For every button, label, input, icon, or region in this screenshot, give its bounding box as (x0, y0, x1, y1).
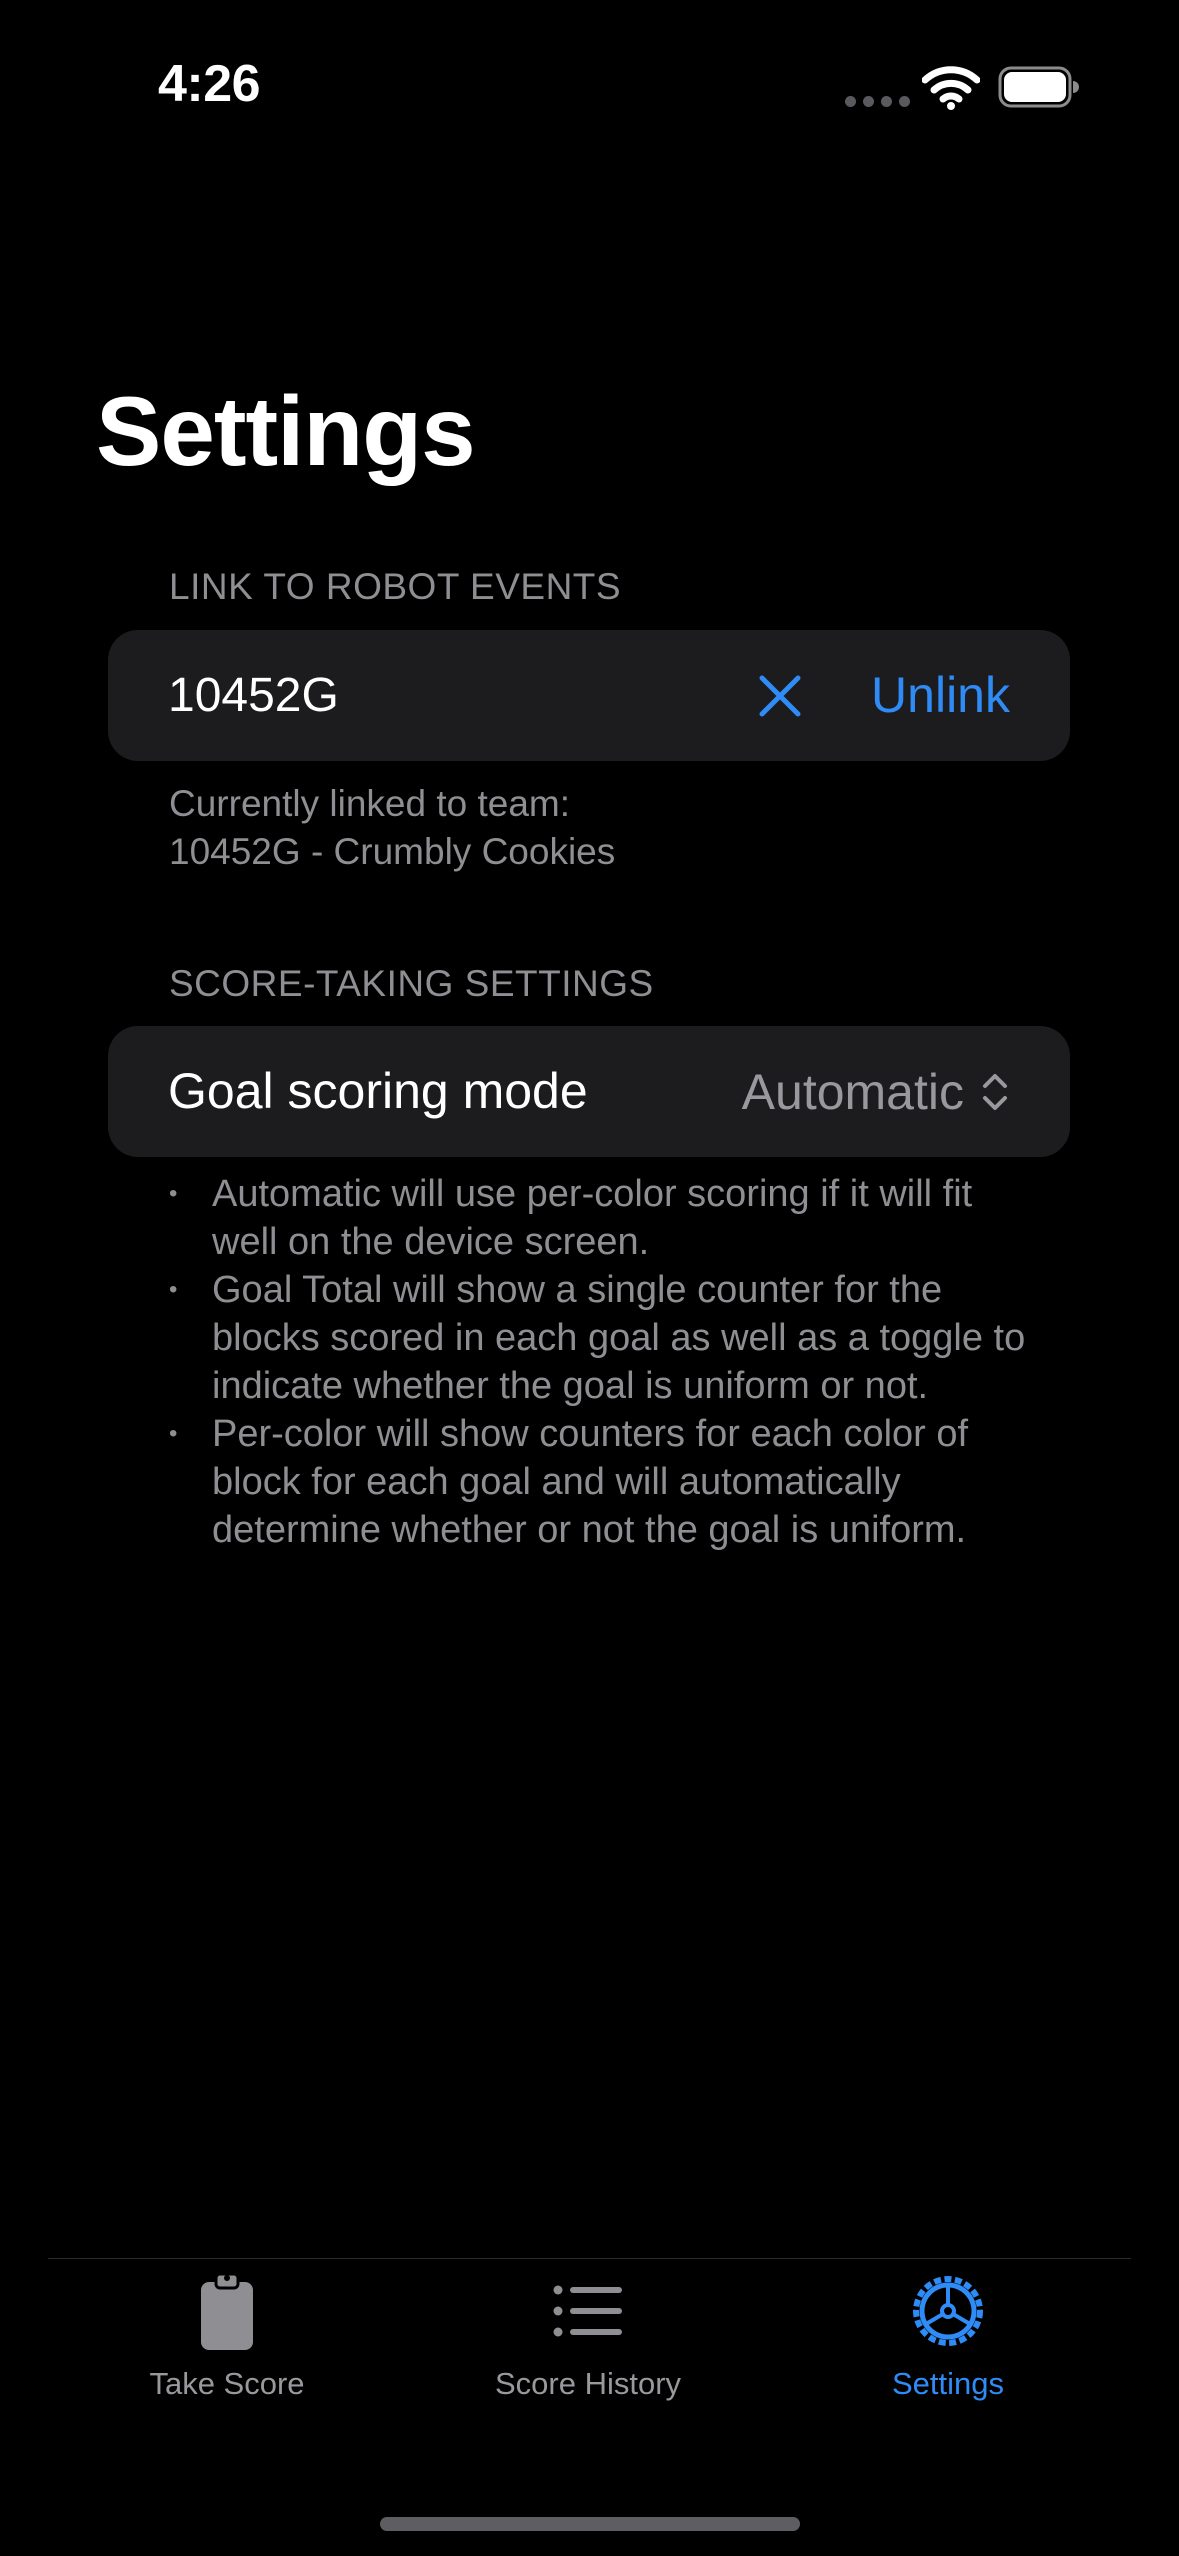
tab-score-history[interactable]: Score History (438, 2268, 738, 2408)
cellular-signal-icon (845, 96, 910, 107)
tab-bar-divider (48, 2258, 1131, 2259)
tab-take-score[interactable]: Take Score (77, 2268, 377, 2408)
status-time: 4:26 (158, 55, 261, 113)
wifi-icon (922, 66, 980, 110)
scoring-mode-notes: Automatic will use per-color scoring if … (169, 1170, 1029, 1554)
list-item: Per-color will show counters for each co… (169, 1410, 1029, 1554)
list-icon (553, 2285, 622, 2337)
list-item: Automatic will use per-color scoring if … (169, 1170, 1029, 1266)
goal-scoring-mode-row[interactable]: Goal scoring mode Automatic (108, 1026, 1070, 1157)
tab-settings[interactable]: Settings (798, 2268, 1098, 2408)
score-section-header: SCORE-TAKING SETTINGS (169, 963, 654, 1004)
chevron-up-down-icon (983, 1073, 1007, 1110)
page-title: Settings (96, 376, 476, 486)
link-section-header: LINK TO ROBOT EVENTS (169, 566, 622, 607)
unlink-button[interactable]: Unlink (871, 630, 1010, 761)
goal-scoring-mode-label: Goal scoring mode (168, 1063, 588, 1119)
linked-team-caption: Currently linked to team: (169, 783, 571, 824)
linked-team-name: 10452G - Crumbly Cookies (169, 831, 616, 872)
linked-team-footer: Currently linked to team: 10452G - Crumb… (169, 780, 615, 876)
goal-scoring-mode-picker[interactable]: Automatic (742, 1026, 1010, 1157)
list-item: Goal Total will show a single counter fo… (169, 1266, 1029, 1410)
team-number-input[interactable] (168, 630, 668, 761)
clear-icon[interactable] (756, 672, 804, 720)
tab-label: Settings (891, 2366, 1004, 2401)
team-link-card: Unlink (108, 630, 1070, 761)
home-indicator[interactable] (380, 2517, 800, 2531)
goal-scoring-mode-value: Automatic (741, 1063, 964, 1120)
battery-icon (998, 66, 1079, 108)
clipboard-icon (201, 2272, 253, 2350)
gear-icon (913, 2276, 983, 2346)
tab-label: Take Score (149, 2366, 305, 2401)
tab-label: Score History (494, 2366, 682, 2401)
